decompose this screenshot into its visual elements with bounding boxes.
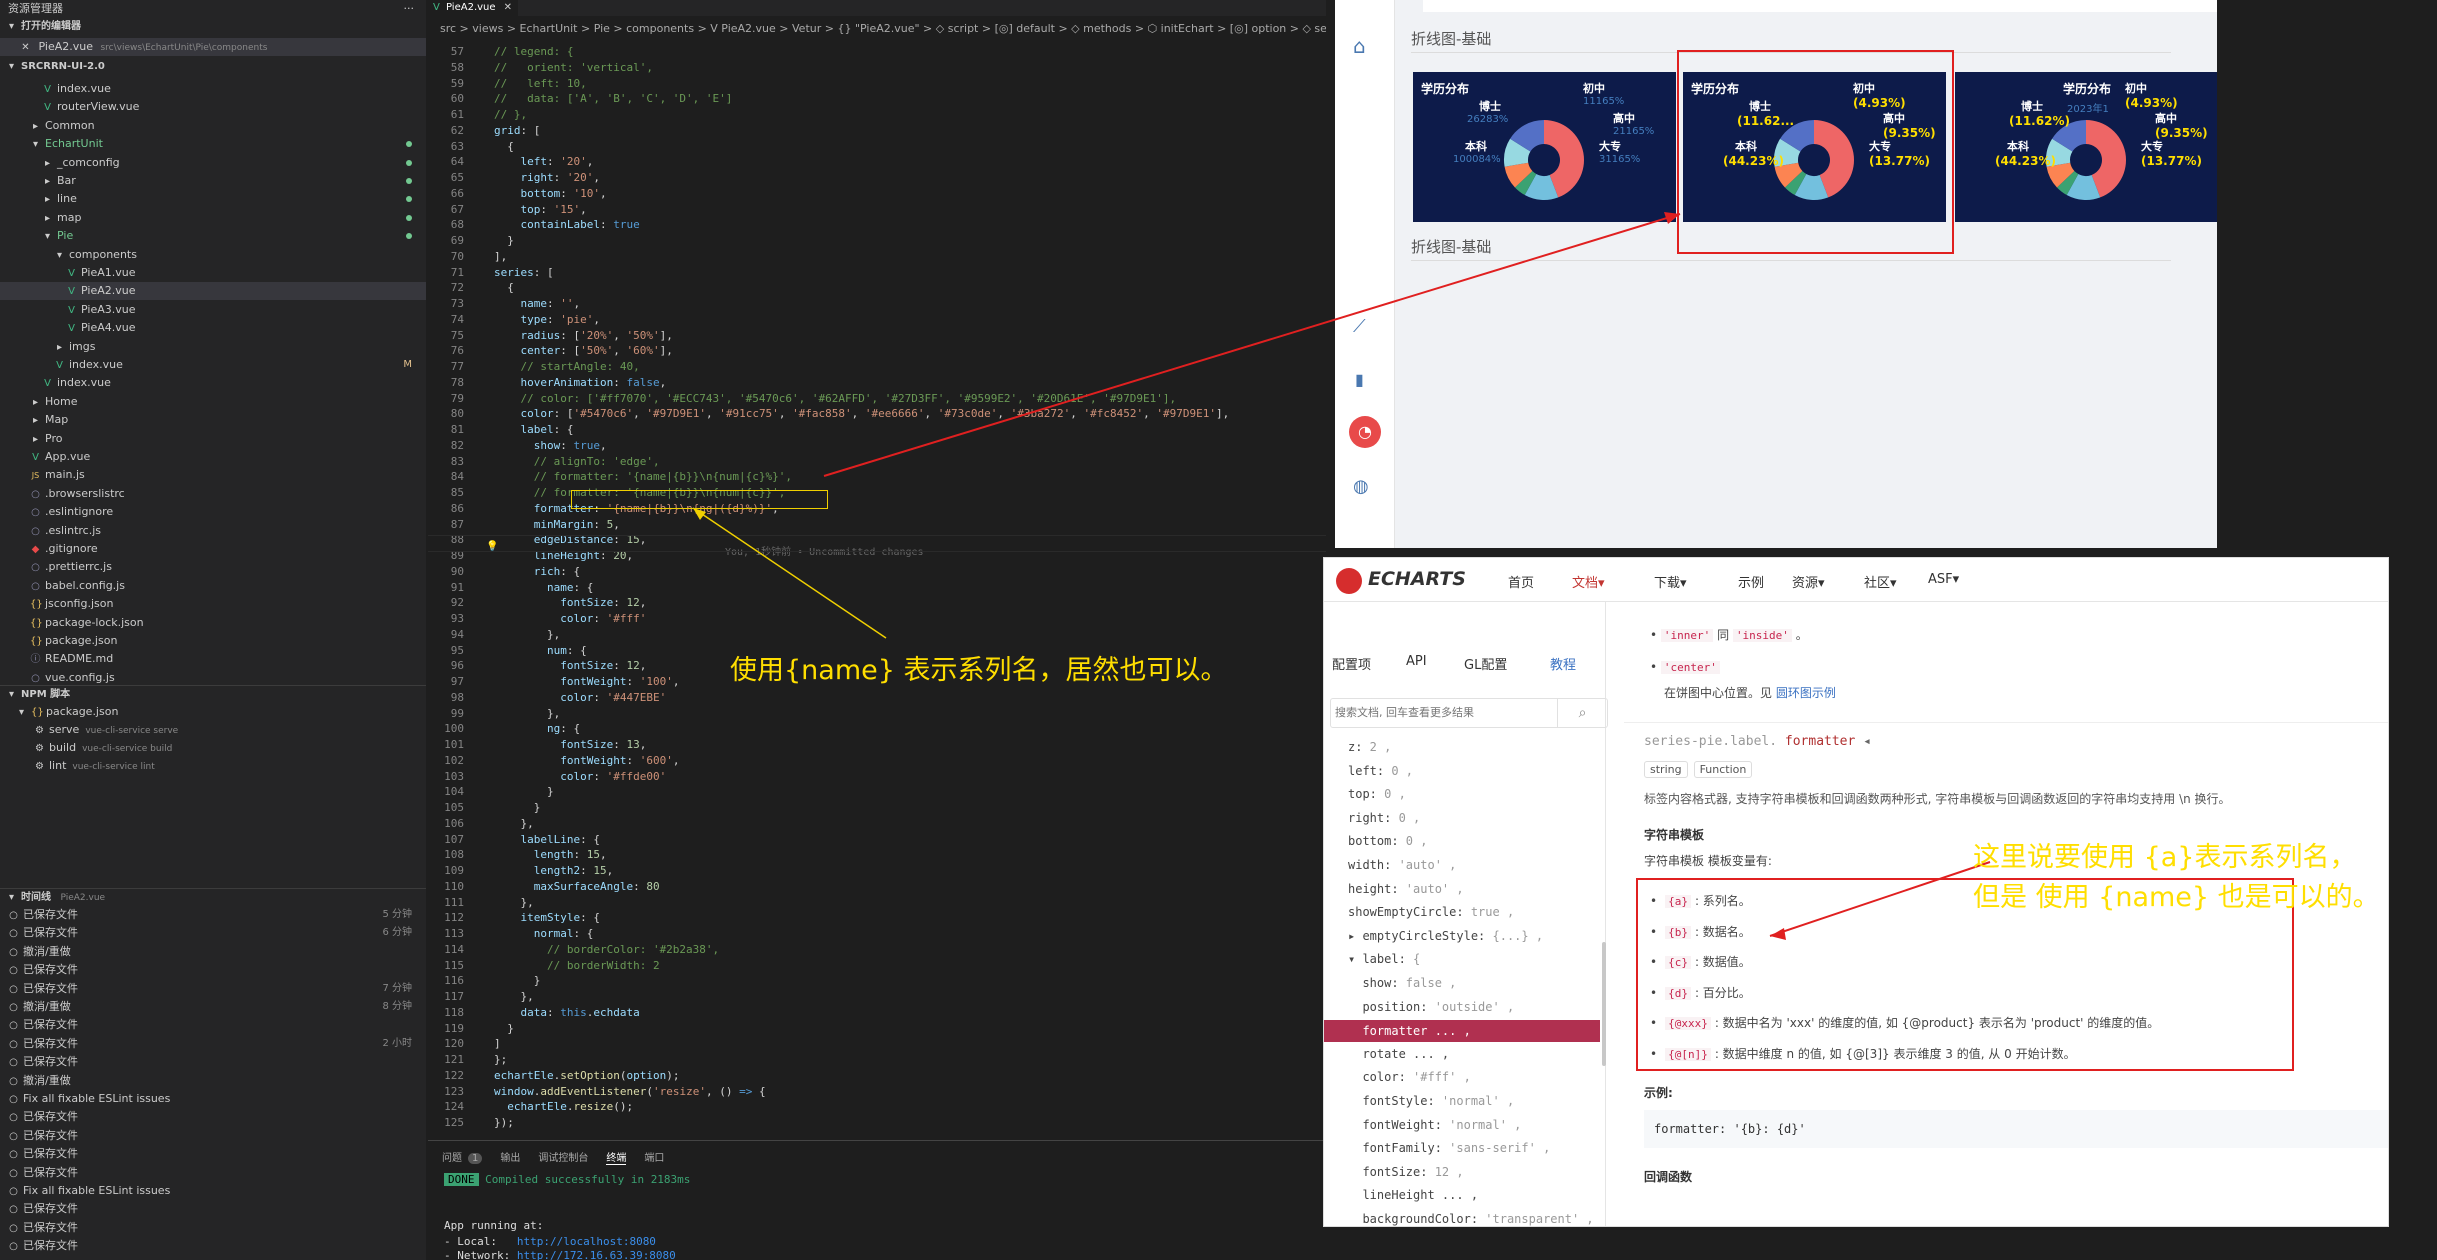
- annotation-arrows: [692, 212, 1991, 940]
- red-arrowhead: [1664, 212, 1680, 224]
- red-arrow-line: [1769, 861, 1991, 937]
- yellow-arrowhead: [693, 508, 706, 520]
- red-arrow-line: [823, 213, 1681, 477]
- yellow-arrow-line: [692, 507, 887, 639]
- annotation-text: 但是 使用 {name} 也是可以的。: [1973, 882, 2380, 913]
- minimap: [2217, 0, 2437, 557]
- annotation-text: 使用{name} 表示系列名，居然也可以。: [730, 655, 1228, 686]
- scroll-gutter: [2389, 557, 2437, 1260]
- red-arrowhead: [1770, 928, 1786, 940]
- annotation-text: 这里说要使用 {a}表示系列名，: [1973, 842, 2357, 873]
